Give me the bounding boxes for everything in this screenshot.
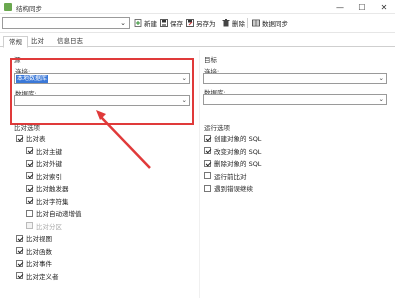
compare-option-checkbox[interactable] [26, 209, 33, 217]
run-option-checkbox-row[interactable]: 改变对象的 SQL [204, 146, 261, 156]
chevron-down-icon: ⌄ [120, 19, 126, 27]
run-option-checkbox-row[interactable]: 遇到错误继续 [204, 183, 253, 193]
run-option-checkbox-row[interactable]: 运行前比对 [204, 171, 247, 181]
chevron-down-icon: ⌄ [378, 95, 384, 103]
new-button[interactable]: 新建 [134, 17, 157, 29]
run-options-label: 运行选项 [204, 124, 230, 132]
new-file-icon [134, 19, 142, 27]
maximize-button[interactable]: ☐ [351, 0, 373, 14]
profile-select[interactable]: ⌄ [2, 17, 130, 29]
compare-option-checkbox[interactable] [16, 247, 23, 254]
data-sync-label: 数据同步 [262, 20, 288, 28]
run-option-checkbox-label: 运行前比对 [214, 172, 247, 181]
compare-option-checkbox[interactable] [16, 134, 23, 142]
compare-option-checkbox-row[interactable]: 比对定义者 [16, 271, 59, 281]
compare-option-checkbox-row[interactable]: 比对外键 [26, 158, 62, 168]
close-button[interactable]: ✕ [373, 0, 395, 14]
compare-option-checkbox-row[interactable]: 比对视图 [16, 233, 52, 243]
delete-button[interactable]: 删除 [222, 17, 245, 29]
compare-option-checkbox[interactable] [16, 272, 23, 279]
run-option-checkbox-label: 创建对象的 SQL [214, 135, 262, 143]
compare-option-checkbox-row[interactable]: 比对自动递增值 [26, 208, 82, 218]
save-button[interactable]: 保存 [160, 17, 183, 29]
compare-option-checkbox-label: 比对分区 [36, 222, 62, 231]
run-option-checkbox-label: 遇到错误继续 [214, 185, 253, 193]
target-database-combo[interactable]: ⌄ [203, 94, 387, 105]
save-as-label: 另存为 [196, 20, 216, 28]
run-option-checkbox[interactable] [204, 147, 211, 154]
new-label: 新建 [144, 20, 157, 28]
trash-icon [222, 19, 230, 27]
compare-option-checkbox-row[interactable]: 比对字符集 [26, 196, 69, 206]
compare-option-checkbox-label: 比对事件 [26, 260, 52, 268]
save-as-button[interactable]: 另存为 [186, 17, 216, 29]
minimize-button[interactable]: — [329, 0, 351, 14]
data-sync-button[interactable]: 数据同步 [252, 17, 288, 29]
compare-option-checkbox-row[interactable]: 比对事件 [16, 258, 52, 268]
target-connection-combo[interactable]: ⌄ [203, 73, 387, 84]
compare-option-checkbox[interactable] [26, 159, 33, 167]
run-option-checkbox-label: 删除对象的 SQL [214, 160, 262, 168]
compare-option-checkbox-label: 比对自动递增值 [36, 210, 82, 218]
tab-general[interactable]: 常规 [3, 36, 28, 48]
compare-option-checkbox-row[interactable]: 比对主键 [26, 146, 62, 156]
compare-option-checkbox[interactable] [26, 197, 33, 204]
run-option-checkbox[interactable] [204, 159, 211, 167]
compare-option-checkbox-label: 比对定义者 [26, 272, 59, 281]
run-option-checkbox-row[interactable]: 删除对象的 SQL [204, 158, 261, 168]
app-icon [4, 3, 12, 11]
window-controls: — ☐ ✕ [329, 0, 395, 14]
save-as-icon [186, 19, 194, 27]
run-option-checkbox-row[interactable]: 创建对象的 SQL [204, 133, 261, 143]
compare-option-checkbox-row[interactable]: 比对表 [16, 133, 46, 143]
tab-compare[interactable]: 比对 [26, 36, 49, 47]
target-group-label: 目标 [204, 56, 217, 64]
compare-option-checkbox-label: 比对主键 [36, 147, 62, 156]
compare-option-checkbox-label: 比对表 [26, 135, 46, 143]
run-option-checkbox[interactable] [204, 134, 211, 142]
save-label: 保存 [170, 20, 183, 28]
data-sync-icon [252, 19, 260, 27]
panel-divider [199, 50, 200, 298]
tab-message-log[interactable]: 信息日志 [52, 36, 88, 47]
run-option-checkbox[interactable] [204, 184, 211, 192]
compare-option-checkbox [26, 222, 33, 229]
toolbar-separator [247, 18, 248, 28]
save-icon [160, 19, 168, 27]
toolbar: ⌄ 新建 保存 另存为 删除 数据同步 [0, 14, 395, 33]
compare-option-checkbox-row: 比对分区 [26, 221, 62, 231]
tab-bar: 常规 比对 信息日志 [0, 36, 395, 48]
compare-options-label: 比对选项 [14, 124, 40, 132]
compare-option-checkbox-row[interactable]: 比对触发器 [26, 183, 69, 193]
compare-option-checkbox-label: 比对外键 [36, 160, 62, 168]
run-option-checkbox[interactable] [204, 172, 211, 179]
compare-option-checkbox[interactable] [26, 147, 33, 154]
compare-option-checkbox[interactable] [26, 184, 33, 192]
compare-option-checkbox[interactable] [16, 259, 23, 267]
compare-option-checkbox-label: 比对视图 [26, 235, 52, 243]
chevron-down-icon: ⌄ [378, 74, 384, 82]
title-bar: 结构同步 — ☐ ✕ [0, 0, 395, 14]
delete-label: 删除 [232, 20, 245, 28]
run-option-checkbox-label: 改变对象的 SQL [214, 147, 262, 156]
compare-option-checkbox[interactable] [16, 234, 23, 242]
window-title: 结构同步 [16, 5, 42, 13]
compare-option-checkbox-label: 比对字符集 [36, 197, 69, 206]
compare-option-checkbox-label: 比对触发器 [36, 185, 69, 193]
compare-option-checkbox-label: 比对索引 [36, 172, 62, 181]
compare-option-checkbox-row[interactable]: 比对函数 [16, 246, 52, 256]
compare-option-checkbox-label: 比对函数 [26, 247, 52, 256]
compare-option-checkbox[interactable] [26, 172, 33, 179]
highlight-box [10, 58, 194, 125]
compare-option-checkbox-row[interactable]: 比对索引 [26, 171, 62, 181]
